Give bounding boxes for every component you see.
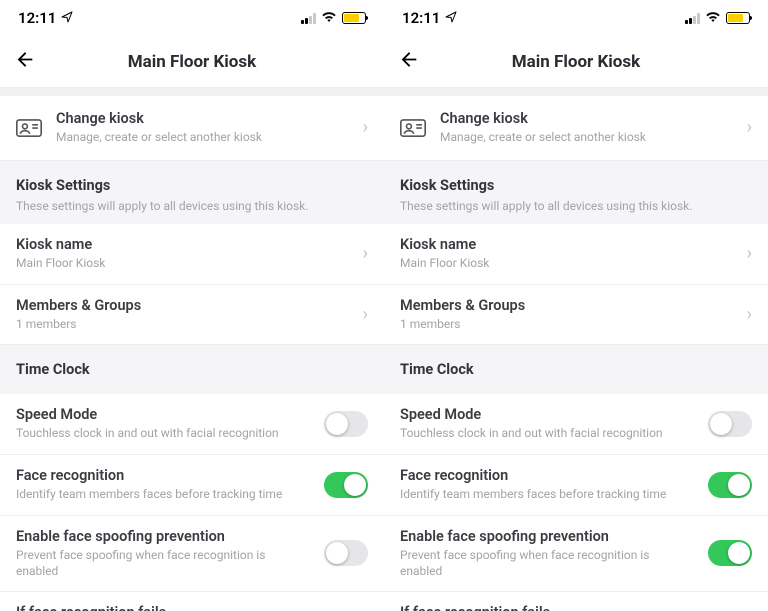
- header: Main Floor Kiosk: [384, 36, 768, 88]
- chevron-right-icon: ›: [363, 243, 368, 264]
- change-kiosk-row[interactable]: Change kiosk Manage, create or select an…: [0, 96, 384, 161]
- speed-mode-title: Speed Mode: [400, 406, 694, 424]
- face-recognition-sub: Identify team members faces before track…: [400, 487, 694, 503]
- members-value: 1 members: [16, 317, 349, 333]
- speed-mode-sub: Touchless clock in and out with facial r…: [16, 426, 310, 442]
- chevron-right-icon: ›: [363, 117, 368, 138]
- kiosk-name-value: Main Floor Kiosk: [400, 256, 733, 272]
- separator: [0, 88, 384, 96]
- face-recognition-toggle[interactable]: [324, 472, 368, 498]
- header: Main Floor Kiosk: [0, 36, 384, 88]
- chevron-right-icon: ›: [747, 117, 752, 138]
- page-title: Main Floor Kiosk: [128, 52, 256, 72]
- status-right: [301, 10, 366, 26]
- face-recognition-toggle[interactable]: [708, 472, 752, 498]
- face-fail-row[interactable]: If face recognition fails... Choose to b…: [384, 592, 768, 611]
- back-button[interactable]: [398, 48, 420, 75]
- spoof-prevention-row: Enable face spoofing prevention Prevent …: [384, 516, 768, 592]
- members-title: Members & Groups: [16, 297, 349, 315]
- time-clock-title: Time Clock: [16, 361, 368, 378]
- speed-mode-toggle[interactable]: [324, 411, 368, 437]
- face-recognition-title: Face recognition: [16, 467, 310, 485]
- screen-left: 12:11 Main Floor Kiosk Change kiosk Mana…: [0, 0, 384, 611]
- location-icon: [61, 11, 73, 26]
- signal-icon: [685, 13, 700, 24]
- chevron-right-icon: ›: [747, 304, 752, 325]
- members-row[interactable]: Members & Groups 1 members ›: [0, 285, 384, 346]
- change-kiosk-sub: Manage, create or select another kiosk: [56, 130, 349, 146]
- members-row[interactable]: Members & Groups 1 members ›: [384, 285, 768, 346]
- kiosk-settings-title: Kiosk Settings: [16, 177, 368, 194]
- kiosk-icon: [400, 117, 426, 139]
- face-recognition-sub: Identify team members faces before track…: [16, 487, 310, 503]
- status-bar: 12:11: [0, 0, 384, 36]
- speed-mode-row: Speed Mode Touchless clock in and out wi…: [0, 394, 384, 455]
- wifi-icon: [705, 10, 721, 26]
- status-time: 12:11: [402, 9, 440, 27]
- spoof-prevention-sub: Prevent face spoofing when face recognit…: [400, 548, 694, 579]
- wifi-icon: [321, 10, 337, 26]
- screen-right: 12:11 Main Floor Kiosk Change kiosk Mana…: [384, 0, 768, 611]
- speed-mode-title: Speed Mode: [16, 406, 310, 424]
- kiosk-settings-header: Kiosk Settings These settings will apply…: [0, 161, 384, 224]
- kiosk-name-row[interactable]: Kiosk name Main Floor Kiosk ›: [0, 224, 384, 285]
- spoof-prevention-sub: Prevent face spoofing when face recognit…: [16, 548, 310, 579]
- status-time: 12:11: [18, 9, 56, 27]
- kiosk-name-title: Kiosk name: [16, 236, 349, 254]
- status-bar: 12:11: [384, 0, 768, 36]
- time-clock-title: Time Clock: [400, 361, 752, 378]
- time-clock-header: Time Clock: [384, 345, 768, 394]
- signal-icon: [301, 13, 316, 24]
- face-fail-title: If face recognition fails...: [400, 604, 683, 611]
- time-clock-header: Time Clock: [0, 345, 384, 394]
- status-right: [685, 10, 750, 26]
- change-kiosk-title: Change kiosk: [56, 110, 349, 128]
- spoof-prevention-row: Enable face spoofing prevention Prevent …: [0, 516, 384, 592]
- kiosk-settings-sub: These settings will apply to all devices…: [400, 198, 752, 214]
- status-time-group: 12:11: [402, 9, 457, 27]
- separator: [384, 88, 768, 96]
- back-button[interactable]: [14, 48, 36, 75]
- chevron-right-icon: ›: [747, 243, 752, 264]
- members-value: 1 members: [400, 317, 733, 333]
- page-title: Main Floor Kiosk: [512, 52, 640, 72]
- battery-icon: [342, 12, 366, 24]
- kiosk-settings-header: Kiosk Settings These settings will apply…: [384, 161, 768, 224]
- kiosk-name-row[interactable]: Kiosk name Main Floor Kiosk ›: [384, 224, 768, 285]
- spoof-prevention-toggle[interactable]: [708, 540, 752, 566]
- face-recognition-row: Face recognition Identify team members f…: [384, 455, 768, 516]
- location-icon: [445, 11, 457, 26]
- face-recognition-row: Face recognition Identify team members f…: [0, 455, 384, 516]
- kiosk-name-title: Kiosk name: [400, 236, 733, 254]
- members-title: Members & Groups: [400, 297, 733, 315]
- spoof-prevention-toggle[interactable]: [324, 540, 368, 566]
- chevron-right-icon: ›: [363, 304, 368, 325]
- change-kiosk-title: Change kiosk: [440, 110, 733, 128]
- change-kiosk-sub: Manage, create or select another kiosk: [440, 130, 733, 146]
- speed-mode-toggle[interactable]: [708, 411, 752, 437]
- kiosk-icon: [16, 117, 42, 139]
- spoof-prevention-title: Enable face spoofing prevention: [16, 528, 310, 546]
- kiosk-name-value: Main Floor Kiosk: [16, 256, 349, 272]
- battery-icon: [726, 12, 750, 24]
- speed-mode-row: Speed Mode Touchless clock in and out wi…: [384, 394, 768, 455]
- face-fail-row[interactable]: If face recognition fails... Choose to b…: [0, 592, 384, 611]
- face-fail-title: If face recognition fails...: [16, 604, 299, 611]
- speed-mode-sub: Touchless clock in and out with facial r…: [400, 426, 694, 442]
- face-recognition-title: Face recognition: [400, 467, 694, 485]
- change-kiosk-row[interactable]: Change kiosk Manage, create or select an…: [384, 96, 768, 161]
- kiosk-settings-sub: These settings will apply to all devices…: [16, 198, 368, 214]
- kiosk-settings-title: Kiosk Settings: [400, 177, 752, 194]
- spoof-prevention-title: Enable face spoofing prevention: [400, 528, 694, 546]
- status-time-group: 12:11: [18, 9, 73, 27]
